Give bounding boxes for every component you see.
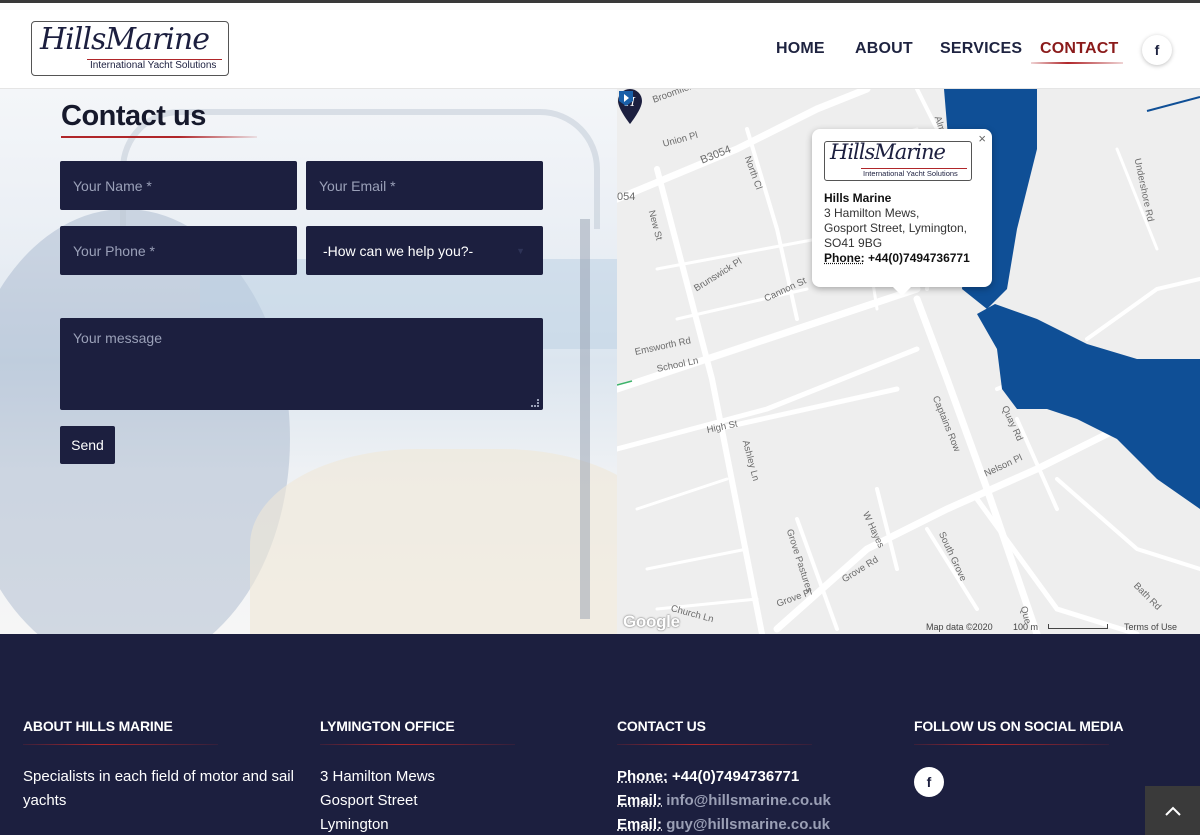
map-scale-label: 100 m [1013, 622, 1038, 632]
popup-address-line1: 3 Hamilton Mews, [824, 206, 970, 221]
footer-about-line2: yachts [23, 789, 294, 813]
popup-logo-script: HillsMarine [830, 140, 945, 164]
footer-facebook-glyph: f [927, 774, 932, 790]
nav-about[interactable]: ABOUT [855, 40, 913, 58]
help-select[interactable]: -How can we help you?- ▼ [306, 226, 543, 275]
footer-social-divider [914, 744, 1109, 745]
email-placeholder: Your Email * [319, 178, 396, 194]
scroll-to-top-button[interactable] [1145, 786, 1200, 835]
bg-post [580, 219, 590, 619]
logo-script: HillsMarine [40, 22, 209, 57]
popup-address-line3: SO41 9BG [824, 236, 970, 251]
chevron-up-icon [1164, 805, 1182, 817]
footer-email-label-2: Email: [617, 816, 662, 833]
nav-services[interactable]: SERVICES [940, 40, 1022, 58]
footer-about-line1: Specialists in each field of motor and s… [23, 765, 294, 789]
footer-social-heading: FOLLOW US ON SOCIAL MEDIA [914, 718, 1123, 734]
popup-phone-value: +44(0)7494736771 [868, 251, 970, 265]
footer-office-line2: Gosport Street [320, 789, 515, 813]
map-terms-link[interactable]: Terms of Use [1124, 622, 1177, 632]
site-footer: ABOUT HILLS MARINE Specialists in each f… [0, 634, 1200, 835]
footer-phone-value[interactable]: +44(0)7494736771 [672, 768, 799, 785]
footer-office-line1: 3 Hamilton Mews [320, 765, 515, 789]
logo-tagline: International Yacht Solutions [90, 60, 216, 71]
footer-email-info-link[interactable]: info@hillsmarine.co.uk [666, 792, 831, 809]
chevron-down-icon: ▼ [516, 246, 525, 256]
map-data-credit: Map data ©2020 [926, 622, 993, 632]
title-underline [61, 136, 257, 138]
footer-office-divider [320, 744, 515, 745]
popup-logo: HillsMarine International Yacht Solution… [824, 141, 972, 181]
active-nav-underline [1031, 62, 1123, 64]
phone-input[interactable]: Your Phone * [60, 226, 297, 275]
footer-phone-label: Phone: [617, 768, 668, 785]
footer-about-heading: ABOUT HILLS MARINE [23, 718, 294, 734]
facebook-icon[interactable]: f [1142, 35, 1172, 65]
bg-deck [250, 449, 617, 634]
name-input[interactable]: Your Name * [60, 161, 297, 210]
popup-address-line2: Gosport Street, Lymington, [824, 221, 970, 236]
phone-placeholder: Your Phone * [73, 243, 155, 259]
street-054: 054 [617, 191, 635, 203]
map-scale-bar [1048, 624, 1108, 629]
footer-contact-divider [617, 744, 812, 745]
name-placeholder: Your Name * [73, 178, 152, 194]
popup-name: Hills Marine [824, 191, 891, 205]
site-logo[interactable]: HillsMarine International Yacht Solution… [31, 21, 229, 76]
footer-office: LYMINGTON OFFICE 3 Hamilton Mews Gosport… [320, 718, 515, 835]
message-textarea[interactable]: Your message [60, 318, 543, 410]
footer-social: FOLLOW US ON SOCIAL MEDIA f [914, 718, 1123, 797]
footer-email-label: Email: [617, 792, 662, 809]
facebook-glyph: f [1155, 42, 1160, 58]
nav-contact[interactable]: CONTACT [1040, 40, 1118, 58]
footer-contact-heading: CONTACT US [617, 718, 831, 734]
google-map[interactable]: Broomfield Ln Union Pl B3054 North Cl 05… [617, 89, 1200, 634]
site-header: HillsMarine International Yacht Solution… [0, 0, 1200, 89]
footer-office-line3: Lymington [320, 813, 515, 835]
marina-icon [617, 89, 635, 107]
send-button[interactable]: Send [60, 426, 115, 464]
popup-logo-tagline: International Yacht Solutions [863, 169, 958, 178]
footer-about-divider [23, 744, 218, 745]
footer-office-heading: LYMINGTON OFFICE [320, 718, 515, 734]
close-icon[interactable]: × [978, 131, 986, 146]
message-placeholder: Your message [73, 330, 162, 346]
footer-about: ABOUT HILLS MARINE Specialists in each f… [23, 718, 294, 813]
nav-home[interactable]: HOME [776, 40, 825, 58]
popup-phone-label: Phone: [824, 251, 865, 265]
email-input[interactable]: Your Email * [306, 161, 543, 210]
footer-contact: CONTACT US Phone: +44(0)7494736771 Email… [617, 718, 831, 835]
facebook-icon[interactable]: f [914, 767, 944, 797]
resize-handle-icon[interactable] [531, 399, 539, 407]
contact-title: Contact us [61, 100, 206, 133]
google-logo: Google [623, 612, 680, 632]
footer-email-guy-link[interactable]: guy@hillsmarine.co.uk [666, 816, 830, 833]
map-info-window: × HillsMarine International Yacht Soluti… [812, 129, 992, 287]
help-select-value: -How can we help you?- [323, 243, 473, 259]
popup-address: Hills Marine 3 Hamilton Mews, Gosport St… [824, 191, 970, 266]
